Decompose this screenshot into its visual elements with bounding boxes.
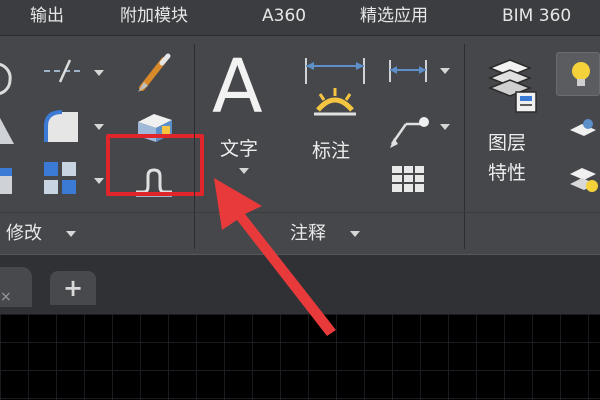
panel-separator — [194, 44, 195, 249]
trim-line-icon[interactable] — [40, 58, 88, 84]
trim-dropdown-caret[interactable] — [94, 70, 104, 76]
tab-featured-apps[interactable]: 精选应用 — [360, 0, 428, 36]
modify-panel-caret[interactable] — [66, 231, 76, 237]
modify-panel-title[interactable]: 修改 — [6, 219, 42, 245]
tab-output[interactable]: 输出 — [30, 0, 64, 36]
mirror-icon[interactable] — [0, 114, 16, 148]
dimension-icon[interactable] — [302, 54, 368, 126]
layer-states-icon[interactable] — [566, 162, 600, 198]
tab-addins[interactable]: 附加模块 — [120, 0, 188, 36]
dimension-button-label[interactable]: 标注 — [312, 136, 350, 163]
drawing-canvas[interactable] — [0, 314, 600, 400]
annotation-panel-title[interactable]: 注释 — [290, 219, 326, 245]
layer-on-button[interactable] — [556, 52, 600, 96]
drawing-tab[interactable]: × — [0, 267, 32, 307]
fillet-dropdown-caret[interactable] — [94, 124, 104, 130]
linear-dimension-caret[interactable] — [440, 68, 450, 74]
annotation-panel-caret[interactable] — [350, 231, 360, 237]
multileader-icon[interactable] — [386, 110, 432, 150]
highlight-box — [106, 134, 204, 196]
lightbulb-icon — [572, 62, 590, 86]
array-dropdown-caret[interactable] — [94, 178, 104, 184]
text-button-label[interactable]: 文字 — [220, 134, 258, 161]
multileader-caret[interactable] — [440, 124, 450, 130]
layer-properties-icon[interactable] — [484, 54, 540, 114]
tab-a360[interactable]: A360 — [262, 0, 306, 36]
tab-bim360[interactable]: BIM 360 — [502, 0, 571, 36]
match-properties-brush-icon[interactable] — [134, 52, 174, 94]
stretch-icon[interactable] — [0, 164, 16, 198]
fillet-icon[interactable] — [40, 106, 84, 146]
ribbon-tab-bar: 输出 附加模块 A360 精选应用 BIM 360 — [0, 0, 600, 36]
new-drawing-tab-button[interactable]: + — [50, 271, 96, 305]
ribbon-panel-title-bar — [0, 212, 600, 213]
linear-dimension-icon[interactable] — [386, 58, 432, 86]
layer-properties-label-line2[interactable]: 特性 — [488, 158, 526, 185]
circle-icon[interactable] — [0, 58, 18, 98]
text-button-caret[interactable] — [239, 168, 249, 174]
layer-properties-label-line1[interactable]: 图层 — [488, 128, 526, 155]
text-a-icon[interactable]: A — [212, 50, 263, 124]
ribbon: 修改 A 文字 标注 注释 图层 特性 — [0, 36, 600, 254]
table-icon[interactable] — [390, 164, 426, 194]
array-icon[interactable] — [40, 158, 84, 198]
close-icon[interactable]: × — [0, 289, 12, 305]
plus-icon: + — [62, 274, 84, 302]
document-tab-bar: × + — [0, 254, 600, 314]
panel-separator — [464, 44, 465, 249]
layer-freeze-icon[interactable] — [566, 116, 600, 140]
